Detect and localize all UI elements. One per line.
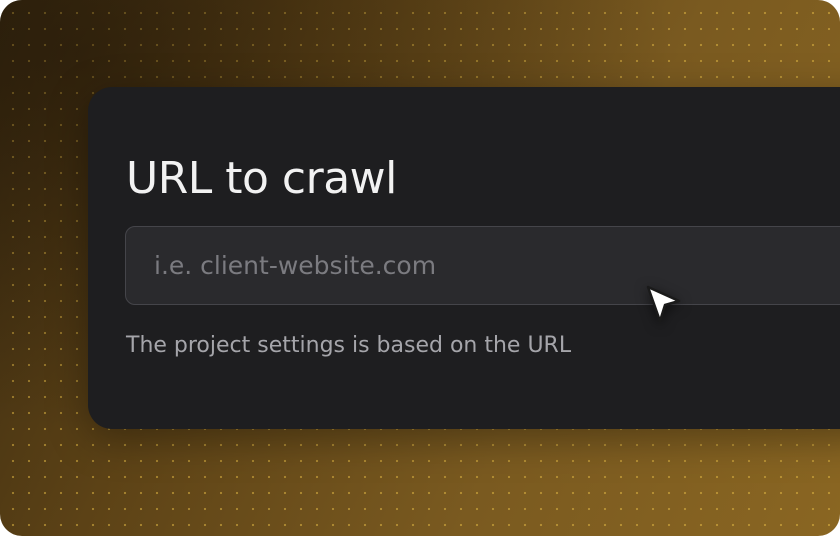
url-form-card: URL to crawl The project settings is bas…: [88, 87, 840, 429]
background-frame: URL to crawl The project settings is bas…: [0, 0, 840, 536]
url-input[interactable]: [125, 226, 840, 305]
mouse-pointer-icon: [646, 285, 681, 323]
form-title: URL to crawl: [126, 153, 397, 204]
helper-text: The project settings is based on the URL: [126, 333, 572, 358]
